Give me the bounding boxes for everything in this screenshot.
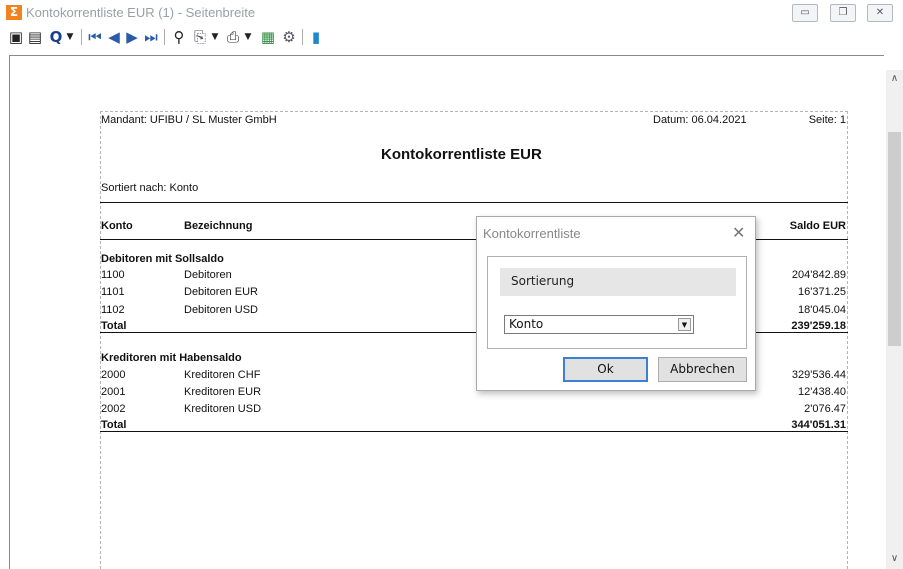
- group-heading: Kreditoren mit Habensaldo: [101, 352, 242, 364]
- toolbar: ▣ ▤ Q ▼ ⏮ ◀ ▶ ⏭ ⚲ ⎘ ▼ ⎙ ▼ ▦ ⚙ ▮: [0, 25, 903, 49]
- row-saldo: 18'045.04: [798, 304, 846, 316]
- row-saldo: 16'371.25: [798, 286, 846, 298]
- scroll-up-icon[interactable]: ∧: [886, 70, 903, 87]
- dialog-title: Kontokorrentliste: [483, 226, 581, 241]
- zoom-icon[interactable]: Q: [47, 27, 65, 47]
- header-rule: [100, 202, 848, 203]
- group-heading: Debitoren mit Sollsaldo: [101, 253, 224, 265]
- export-dropdown-icon[interactable]: ▼: [210, 27, 220, 47]
- row-konto: 1100: [101, 269, 125, 281]
- settings-icon[interactable]: ⚙: [280, 27, 298, 47]
- close-button[interactable]: ✕: [867, 4, 893, 22]
- row-konto: 2000: [101, 369, 126, 381]
- row-konto: 2002: [101, 403, 126, 415]
- toolbar-separator: [302, 29, 303, 45]
- exit-icon[interactable]: ▮: [307, 27, 325, 47]
- total-rule: [100, 431, 848, 432]
- excel-icon[interactable]: ▦: [259, 27, 277, 47]
- column-konto: Konto: [101, 220, 133, 232]
- total-value: 344'051.31: [791, 419, 846, 431]
- mandant-label: Mandant: UFIBU / SL Muster GmbH: [101, 114, 277, 126]
- scrollbar-thumb[interactable]: [888, 132, 901, 346]
- column-saldo: Saldo EUR: [789, 220, 846, 232]
- row-bezeichnung: Debitoren USD: [184, 304, 258, 316]
- minimize-button[interactable]: ▭: [792, 4, 818, 22]
- row-konto: 1101: [101, 286, 125, 298]
- row-saldo: 2'076.47: [804, 403, 846, 415]
- datum-label: Datum: 06.04.2021: [653, 114, 747, 126]
- total-label: Total: [101, 419, 127, 431]
- sortierung-header: Sortierung: [500, 268, 736, 296]
- sortiert-label: Sortiert nach: Konto: [101, 182, 199, 194]
- row-bezeichnung: Kreditoren CHF: [184, 369, 261, 381]
- restore-button[interactable]: ❐: [830, 4, 856, 22]
- total-value: 239'259.18: [791, 320, 846, 332]
- total-label: Total: [101, 320, 127, 332]
- chevron-down-icon[interactable]: ▼: [678, 318, 691, 331]
- last-page-icon[interactable]: ⏭: [142, 27, 160, 47]
- row-saldo: 12'438.40: [798, 386, 846, 398]
- row-bezeichnung: Debitoren: [184, 269, 232, 281]
- report-title: Kontokorrentliste EUR: [381, 146, 542, 163]
- column-bezeichnung: Bezeichnung: [184, 220, 253, 232]
- print-dropdown-icon[interactable]: ▼: [243, 27, 253, 47]
- ok-button[interactable]: Ok: [563, 357, 648, 382]
- row-bezeichnung: Kreditoren EUR: [184, 386, 262, 398]
- scroll-down-icon[interactable]: ∨: [886, 550, 903, 567]
- zoom-dropdown-icon[interactable]: ▼: [65, 27, 75, 47]
- vertical-scrollbar[interactable]: ∧ ∨: [886, 70, 903, 569]
- sort-select-value: Konto: [509, 317, 544, 331]
- toolbar-separator: [164, 29, 165, 45]
- sortierung-group: Sortierung: [487, 256, 747, 349]
- seite-label: Seite: 1: [808, 114, 846, 126]
- row-bezeichnung: Debitoren EUR: [184, 286, 258, 298]
- title-bar: Σ Kontokorrentliste EUR (1) - Seitenbrei…: [0, 0, 903, 24]
- sort-select[interactable]: Konto ▼: [504, 315, 694, 334]
- row-bezeichnung: Kreditoren USD: [184, 403, 262, 415]
- app-icon: Σ: [6, 5, 22, 20]
- sortierung-label: Sortierung: [511, 274, 575, 288]
- report-preview-window: Σ Kontokorrentliste EUR (1) - Seitenbrei…: [0, 0, 903, 569]
- find-icon[interactable]: ⚲: [169, 27, 189, 47]
- first-page-icon[interactable]: ⏮: [86, 27, 104, 47]
- dialog-close-icon[interactable]: ✕: [732, 223, 745, 242]
- single-page-icon[interactable]: ▣: [8, 27, 24, 47]
- prev-page-icon[interactable]: ◀: [106, 27, 122, 47]
- page-setup-icon[interactable]: ▤: [26, 27, 44, 47]
- next-page-icon[interactable]: ▶: [124, 27, 140, 47]
- toolbar-separator: [81, 29, 82, 45]
- row-konto: 2001: [101, 386, 126, 398]
- export-icon[interactable]: ⎘: [191, 27, 209, 47]
- sort-dialog: Kontokorrentliste ✕ Sortierung Konto ▼ O…: [476, 216, 756, 391]
- row-konto: 1102: [101, 304, 125, 316]
- window-title: Kontokorrentliste EUR (1) - Seitenbreite: [26, 5, 256, 20]
- cancel-button[interactable]: Abbrechen: [658, 357, 747, 382]
- print-icon[interactable]: ⎙: [224, 27, 242, 47]
- row-saldo: 329'536.44: [791, 369, 846, 381]
- row-saldo: 204'842.89: [791, 269, 846, 281]
